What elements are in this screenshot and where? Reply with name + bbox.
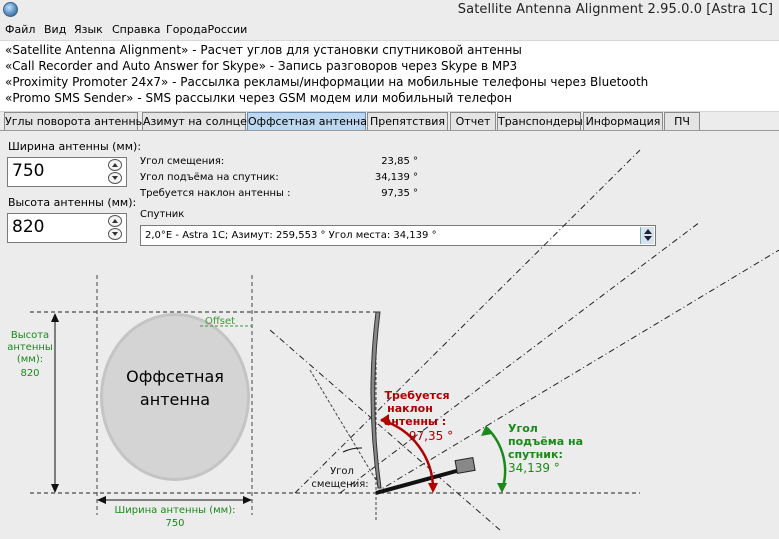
- ray-1: [294, 149, 641, 494]
- elevation-caption-3: спутник:: [508, 448, 563, 461]
- arrow-down-icon: [428, 483, 438, 493]
- lnb-icon: [454, 456, 476, 475]
- elevation-caption-1: Угол: [508, 422, 538, 435]
- elevation-caption-value: 34,139 °: [508, 461, 560, 475]
- offset-angle-caption-1: Угол: [330, 466, 354, 477]
- width-caption-value: 750: [165, 518, 184, 529]
- feed-arm: [375, 468, 461, 495]
- arrow-left-icon: [97, 496, 106, 504]
- offset-antenna-diagram: Высота антенны (мм): 820 Оффсетная антен…: [7, 149, 779, 531]
- offset-label: Offset: [205, 316, 235, 327]
- dish-title-1: Оффсетная: [126, 367, 224, 386]
- height-caption-1: Высота: [11, 330, 49, 341]
- arrow-right-icon: [243, 496, 252, 504]
- elevation-caption-2: подъёма на: [508, 435, 583, 448]
- tilt-caption-2: наклон: [387, 402, 433, 415]
- arrow-up-icon: [51, 313, 59, 322]
- arrow-down-icon: [51, 484, 59, 493]
- elevation-arc: [486, 427, 507, 491]
- ray-4: [269, 329, 501, 531]
- width-caption: Ширина антенны (мм):: [115, 505, 236, 516]
- tilt-caption-3: антенны :: [384, 415, 446, 428]
- offset-axis: [309, 369, 377, 481]
- dish-title-2: антенна: [140, 390, 210, 409]
- arrow-down-icon: [497, 483, 507, 493]
- height-caption-value: 820: [20, 368, 39, 379]
- height-caption-2: антенны: [7, 342, 53, 353]
- ray-3: [374, 249, 779, 494]
- tilt-caption-value: 97,35 °: [409, 429, 453, 443]
- height-caption-3: (мм):: [17, 354, 43, 365]
- offset-angle-caption-2: смещения:: [311, 479, 368, 490]
- tilt-caption-1: Требуется: [384, 389, 449, 402]
